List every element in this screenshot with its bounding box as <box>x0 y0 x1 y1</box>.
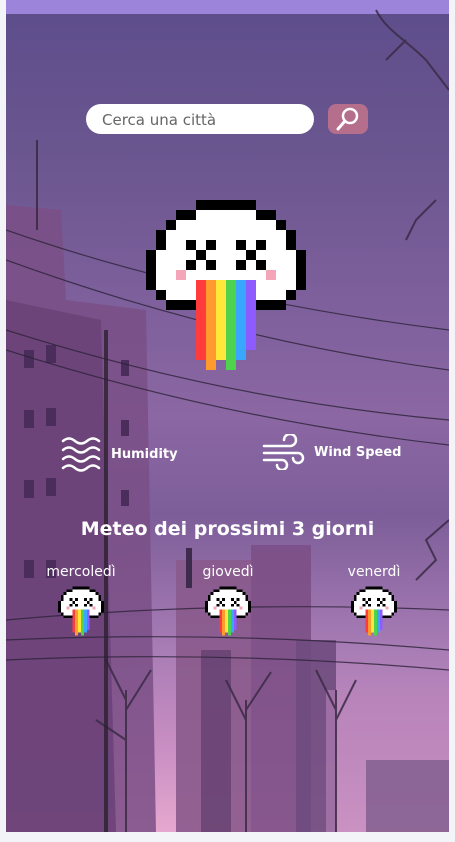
rainbow-mushroom-icon <box>204 586 252 636</box>
humidity-stat: Humidity <box>61 436 178 472</box>
wind-speed-stat: Wind Speed <box>262 434 402 470</box>
wind-speed-label: Wind Speed <box>314 444 402 460</box>
humidity-label: Humidity <box>111 446 178 462</box>
wind-icon <box>262 434 305 470</box>
waves-icon <box>61 437 101 472</box>
forecast-day-1: mercoledì <box>46 564 116 580</box>
search-button[interactable] <box>328 104 368 134</box>
city-search-input[interactable] <box>100 104 304 136</box>
rainbow-mushroom-icon <box>57 586 105 636</box>
rainbow-mushroom-icon <box>350 586 398 636</box>
search-icon <box>336 107 359 131</box>
rainbow-mushroom-icon <box>146 200 306 370</box>
forecast-day-2: giovedì <box>202 564 254 580</box>
search-bar <box>86 104 314 136</box>
forecast-title: Meteo dei prossimi 3 giorni <box>80 518 375 540</box>
app-frame: Humidity Wind Speed Meteo dei prossimi 3… <box>6 0 449 832</box>
forecast-day-3: venerdì <box>347 564 401 580</box>
